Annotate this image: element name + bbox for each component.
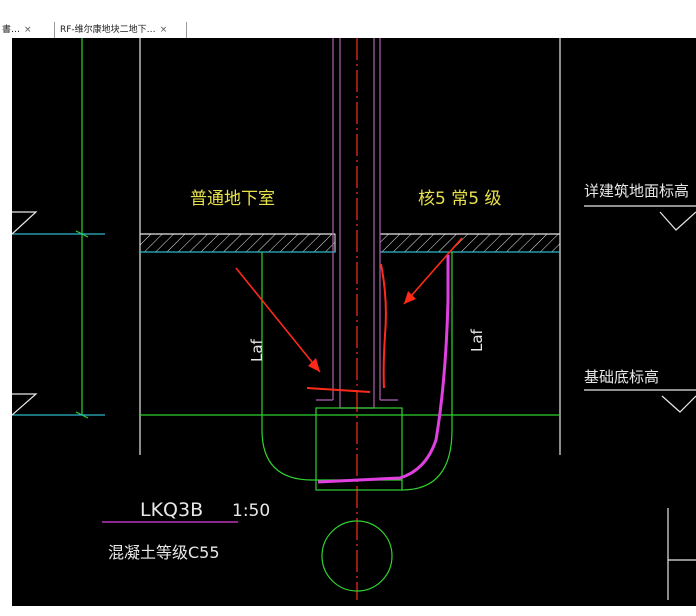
tab-divider	[186, 22, 187, 38]
elevation-marker	[12, 393, 38, 416]
close-icon[interactable]: ×	[24, 25, 32, 35]
window-edge	[0, 38, 12, 616]
elevation-marker	[12, 211, 38, 235]
elevation-marker	[661, 395, 696, 413]
floor-elevation-label: 详建筑地面标高	[584, 182, 689, 200]
detail-scale: 1:50	[232, 501, 270, 521]
tab-drawing-1[interactable]: 書… ×	[2, 22, 32, 38]
tab-label: 書…	[2, 25, 21, 35]
elevation-marker	[659, 211, 696, 231]
document-tab-bar: 書… × RF-维尔康地块二地下… ×	[0, 0, 696, 38]
laf-label-right: Laf	[468, 328, 486, 352]
slab-hatch-right	[379, 233, 561, 253]
grade-label: 核5 常5 级	[418, 189, 501, 209]
slab-hatch-left	[139, 233, 336, 253]
detail-title: LKQ3B	[140, 499, 203, 521]
concrete-grade-label: 混凝土等级C55	[108, 543, 220, 562]
laf-label-left: Laf	[248, 338, 266, 362]
window-edge	[0, 606, 696, 616]
basement-label: 普通地下室	[190, 189, 275, 209]
markup-stroke	[306, 387, 371, 393]
anchorage-outline	[261, 252, 313, 481]
tab-drawing-2[interactable]: RF-维尔康地块二地下… ×	[60, 22, 167, 38]
tab-label: RF-维尔康地块二地下…	[60, 25, 156, 35]
base-elevation-label: 基础底标高	[584, 368, 659, 386]
drawing-svg: 普通地下室 核5 常5 级 详建筑地面标高 基础底标高 Laf Laf LKQ3…	[12, 38, 696, 600]
markup-stroke	[380, 263, 387, 389]
cad-drawing-canvas[interactable]: 普通地下室 核5 常5 级 详建筑地面标高 基础底标高 Laf Laf LKQ3…	[12, 38, 696, 606]
close-icon[interactable]: ×	[160, 25, 168, 35]
tab-divider	[54, 22, 55, 38]
